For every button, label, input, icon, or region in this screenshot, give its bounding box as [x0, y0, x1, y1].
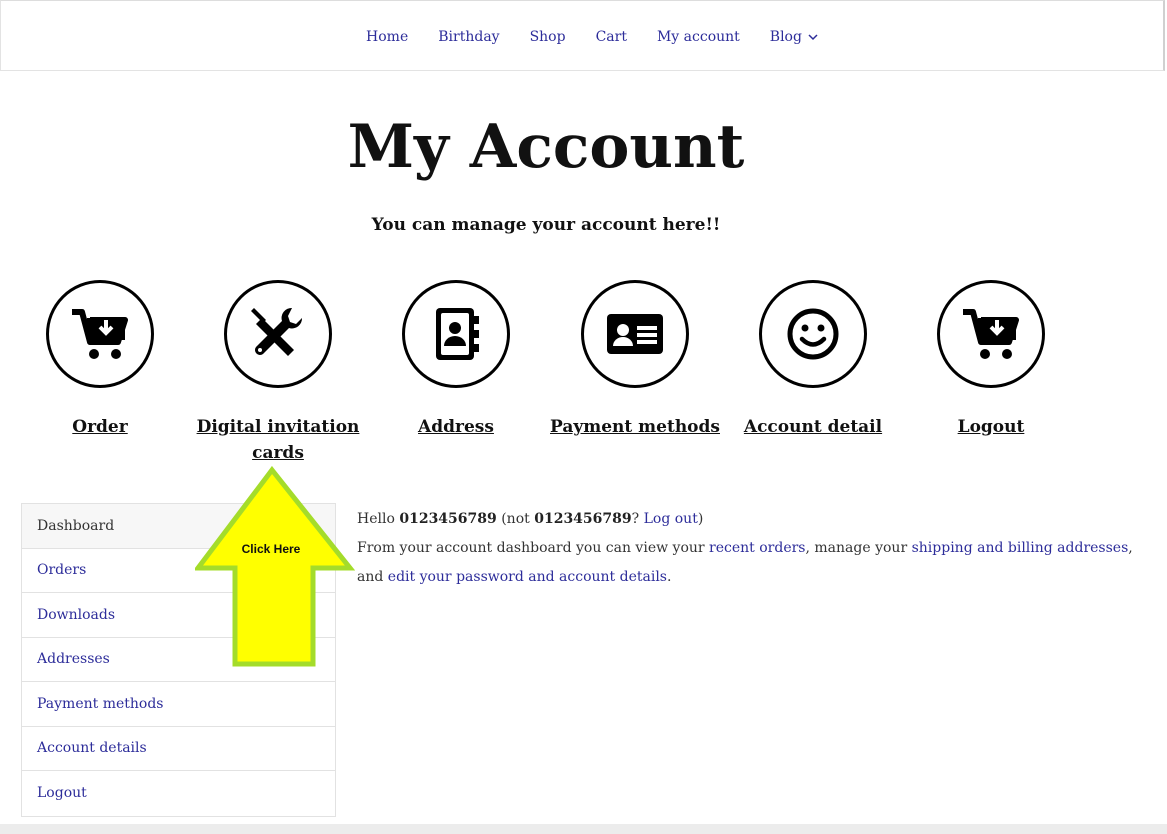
- cart-download-icon: [72, 309, 128, 359]
- tile-digital-invitation-cards[interactable]: Digital invitation cards: [188, 280, 368, 466]
- sidebar-item-account-details[interactable]: Account details: [22, 727, 335, 771]
- dashboard-content: Hello 0123456789 (not 0123456789? Log ou…: [357, 505, 1137, 592]
- nav-my-account[interactable]: My account: [657, 29, 740, 45]
- not-text: (not: [501, 511, 530, 527]
- question-mark: ?: [631, 511, 640, 527]
- dashboard-intro-line-2: and edit your password and account detai…: [357, 563, 1137, 592]
- hello-text: Hello: [357, 511, 395, 527]
- nav-cart[interactable]: Cart: [596, 29, 627, 45]
- tile-logout[interactable]: Logout: [901, 280, 1081, 440]
- tile-payment-methods-label[interactable]: Payment methods: [545, 414, 725, 440]
- username-repeat: 0123456789: [534, 511, 632, 527]
- dashboard-intro-line: From your account dashboard you can view…: [357, 534, 1137, 563]
- top-navigation-bar: Home Birthday Shop Cart My account Blog: [0, 0, 1165, 71]
- main-menu: Home Birthday Shop Cart My account Blog: [1, 1, 1163, 72]
- nav-blog-label: Blog: [769, 28, 802, 45]
- tile-address[interactable]: Address: [366, 280, 546, 440]
- smile-icon: [787, 308, 839, 360]
- sidebar-item-logout[interactable]: Logout: [22, 771, 335, 816]
- intro-text-a: From your account dashboard you can view…: [357, 540, 705, 556]
- recent-orders-link[interactable]: recent orders: [709, 540, 805, 556]
- chevron-down-icon: [808, 33, 818, 40]
- tools-icon: [251, 307, 303, 356]
- close-paren: ): [697, 511, 704, 527]
- nav-shop[interactable]: Shop: [530, 29, 566, 45]
- tile-account-detail-label[interactable]: Account detail: [723, 414, 903, 440]
- up-arrow-annotation-icon: [195, 466, 355, 667]
- click-here-annotation: Click Here: [241, 542, 301, 556]
- address-book-icon: [436, 308, 479, 360]
- tile-payment-methods[interactable]: Payment methods: [545, 280, 725, 440]
- page-subtitle: You can manage your account here!!: [371, 215, 721, 235]
- tile-account-detail-circle[interactable]: [759, 280, 867, 388]
- tile-digital-invitation-cards-circle[interactable]: [224, 280, 332, 388]
- logout-link[interactable]: Log out: [644, 511, 698, 527]
- tile-account-detail[interactable]: Account detail: [723, 280, 903, 440]
- sidebar-item-payment-methods[interactable]: Payment methods: [22, 682, 335, 727]
- tile-logout-circle[interactable]: [937, 280, 1045, 388]
- edit-account-link[interactable]: edit your password and account details: [388, 569, 667, 585]
- nav-birthday[interactable]: Birthday: [438, 29, 499, 45]
- intro-text-c: ,: [1128, 540, 1133, 556]
- intro-text-d: and: [357, 569, 384, 585]
- intro-text-b: , manage your: [805, 540, 908, 556]
- id-card-icon: [607, 314, 663, 354]
- greeting-line: Hello 0123456789 (not 0123456789? Log ou…: [357, 505, 1137, 534]
- page-title: My Account: [347, 112, 745, 182]
- nav-home[interactable]: Home: [366, 29, 408, 45]
- tile-address-label[interactable]: Address: [366, 414, 546, 440]
- nav-blog[interactable]: Blog: [770, 29, 818, 45]
- addresses-link[interactable]: shipping and billing addresses: [912, 540, 1129, 556]
- intro-text-e: .: [666, 569, 672, 585]
- footer-strip: [0, 824, 1167, 834]
- cart-download-icon: [963, 309, 1019, 359]
- tile-digital-invitation-cards-label[interactable]: Digital invitation cards: [188, 414, 368, 466]
- tile-logout-label[interactable]: Logout: [901, 414, 1081, 440]
- tile-address-circle[interactable]: [402, 280, 510, 388]
- tile-order[interactable]: Order: [10, 280, 190, 440]
- tile-payment-methods-circle[interactable]: [581, 280, 689, 388]
- tile-order-label[interactable]: Order: [10, 414, 190, 440]
- tile-order-circle[interactable]: [46, 280, 154, 388]
- username: 0123456789: [399, 511, 497, 527]
